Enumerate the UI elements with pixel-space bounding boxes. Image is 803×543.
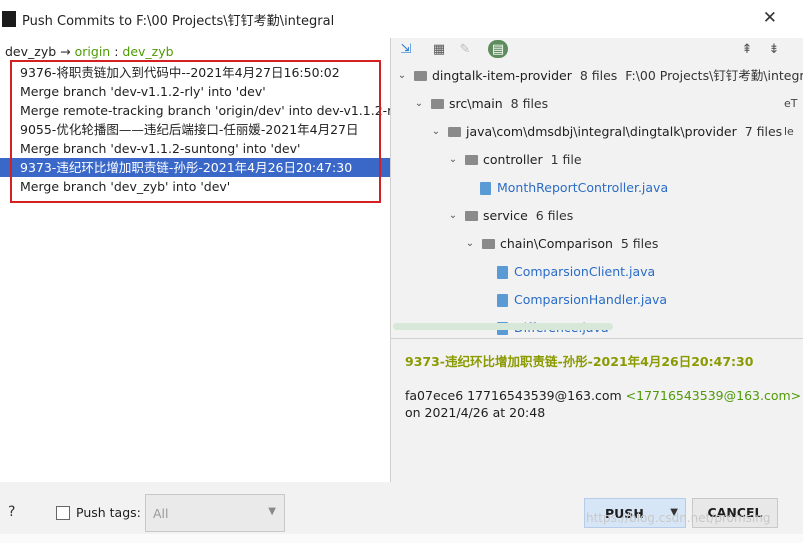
push-tags-checkbox[interactable] [56,506,70,520]
chevron-down-icon[interactable]: ⌄ [464,234,476,254]
commit-item[interactable]: Merge branch 'dev_zyb' into 'dev' [0,177,390,196]
details-divider[interactable] [391,338,803,339]
commit-item[interactable]: 9055-优化轮播图——违纪后端接口-任丽媛-2021年4月27日 [0,120,390,139]
tree-row-module[interactable]: ⌄ dingtalk-item-provider 8 files F:\00 P… [396,66,803,86]
window-title: Push Commits to F:\00 Projects\钉钉考勤\inte… [22,13,335,29]
tree-row-src[interactable]: ⌄ src\main 8 files [413,94,548,114]
chevron-down-icon[interactable]: ▼ [268,506,276,517]
file-name[interactable]: MonthReportController.java [497,178,668,198]
folder-icon [465,155,478,165]
chevron-down-icon[interactable]: ⌄ [430,122,442,142]
folder-icon [482,239,495,249]
author-email[interactable]: <17716543539@163.com> [626,388,801,403]
folder-count: 8 files [510,96,549,111]
folder-count: 5 files [620,236,659,251]
tags-dropdown-value: All [153,506,169,521]
commit-item[interactable]: Merge branch 'dev-v1.1.2-suntong' into '… [0,139,390,158]
module-path: F:\00 Projects\钉钉考勤\integra [625,68,803,83]
background-editor-strip [0,534,803,543]
commit-item-selected[interactable]: 9373-违纪环比增加职责链-孙彤-2021年4月26日20:47:30 [0,158,390,177]
folder-icon [431,99,444,109]
commit-hash-author: fa07ece6 17716543539@163.com [405,388,622,403]
folder-icon [448,127,461,137]
intellij-app-icon [2,11,16,27]
chevron-down-icon[interactable]: ⌄ [396,66,408,86]
commit-item[interactable]: Merge remote-tracking branch 'origin/dev… [0,101,390,120]
folder-count: 1 file [550,152,582,167]
commits-pane: dev_zyb → origin : dev_zyb 9376-将职责链加入到代… [0,38,390,482]
chevron-down-icon[interactable]: ⌄ [447,206,459,226]
changes-tree[interactable]: ⌄ dingtalk-item-provider 8 files F:\00 P… [391,62,803,338]
commit-subject: 9373-违纪环比增加职责链-孙彤-2021年4月26日20:47:30 [405,354,754,369]
file-name[interactable]: ComparsionClient.java [514,262,655,282]
chevron-down-icon[interactable]: ⌄ [447,150,459,170]
branch-line: dev_zyb → origin : dev_zyb [5,44,174,59]
folder-name: java\com\dmsdbj\integral\dingtalk\provid… [466,124,737,139]
folder-icon [465,211,478,221]
tree-row-service[interactable]: ⌄ service 6 files [447,206,573,226]
title-bar: Push Commits to F:\00 Projects\钉钉考勤\inte… [0,0,803,38]
tree-row-file[interactable]: ComparsionClient.java [493,262,655,282]
remote-name[interactable]: origin [75,44,111,59]
java-file-icon [497,265,508,279]
module-name: dingtalk-item-provider [432,68,572,83]
close-icon[interactable]: ✕ [763,8,777,28]
target-branch[interactable]: dev_zyb [122,44,173,59]
java-file-icon [480,181,491,195]
folder-name: controller [483,152,543,167]
help-icon[interactable]: ? [8,504,15,520]
changes-toolbar: ⇲ ▦ ✎ ▤ ⇞ ⇟ [391,38,803,60]
collapse-all-icon[interactable]: ⇟ [766,41,782,57]
arrow-right-icon: → [60,44,71,59]
horizontal-scrollbar[interactable] [393,323,613,330]
commit-list[interactable]: 9376-将职责链加入到代码中--2021年4月27日16:50:02 Merg… [0,63,390,196]
tree-row-controller[interactable]: ⌄ controller 1 file [447,150,582,170]
preview-diff-icon[interactable]: ▤ [488,40,508,58]
folder-name: chain\Comparison [500,236,613,251]
merge-arrows-icon[interactable]: ⇲ [398,41,414,57]
expand-all-icon[interactable]: ⇞ [739,41,755,57]
tree-row-file[interactable]: ComparsionHandler.java [493,290,667,310]
folder-name: src\main [449,96,503,111]
edit-icon[interactable]: ✎ [457,41,473,57]
tags-dropdown[interactable]: All ▼ [145,494,285,532]
changes-pane: ⇲ ▦ ✎ ▤ ⇞ ⇟ ⌄ dingtalk-item-provider 8 f… [391,38,803,482]
chevron-down-icon[interactable]: ⌄ [413,94,425,114]
java-file-icon [497,293,508,307]
module-count: 8 files [579,68,618,83]
tree-row-package[interactable]: ⌄ java\com\dmsdbj\integral\dingtalk\prov… [430,122,782,142]
file-name[interactable]: ComparsionHandler.java [514,290,667,310]
tree-row-file[interactable]: MonthReportController.java [476,178,668,198]
push-tags-label: Push tags: [76,505,141,520]
commit-author: fa07ece6 17716543539@163.com <1771654353… [405,388,801,403]
folder-count: 6 files [535,208,574,223]
commit-item[interactable]: Merge branch 'dev-v1.1.2-rly' into 'dev' [0,82,390,101]
commit-item[interactable]: 9376-将职责链加入到代码中--2021年4月27日16:50:02 [0,63,390,82]
commit-date: on 2021/4/26 at 20:48 [405,405,546,420]
background-editor-fragment: eT le [784,97,798,138]
folder-count: 7 files [744,124,783,139]
watermark: https://blog.csdn.net/promsing [586,511,771,525]
local-branch: dev_zyb [5,44,57,59]
folder-name: service [483,208,528,223]
tree-row-chain[interactable]: ⌄ chain\Comparison 5 files [464,234,659,254]
group-by-icon[interactable]: ▦ [431,41,447,57]
branch-separator: : [114,44,119,59]
folder-icon [414,71,427,81]
